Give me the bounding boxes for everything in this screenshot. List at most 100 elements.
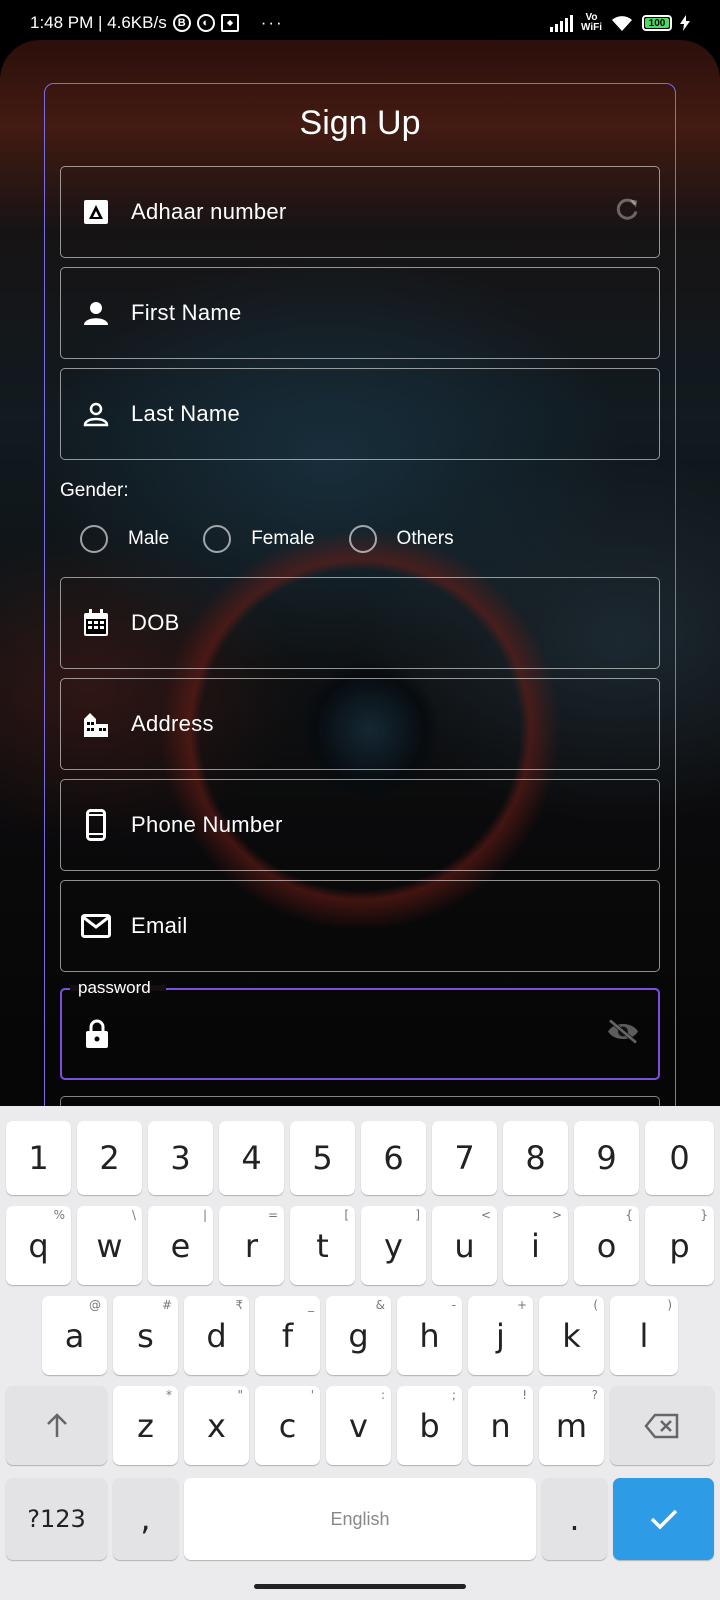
key-5[interactable]: 5 xyxy=(290,1121,355,1195)
key-x[interactable]: x " xyxy=(184,1386,249,1465)
backspace-icon xyxy=(644,1413,679,1438)
key-t[interactable]: t[ xyxy=(290,1206,355,1285)
last-name-label: Last Name xyxy=(131,401,241,426)
first-name-field[interactable]: First Name xyxy=(60,267,660,359)
adhaar-icon xyxy=(81,197,111,227)
key-p[interactable]: p} xyxy=(645,1206,714,1285)
key-e[interactable]: e | xyxy=(148,1206,213,1285)
b-icon: B xyxy=(172,14,191,32)
person-outline-icon xyxy=(81,399,111,429)
done-key[interactable] xyxy=(613,1478,714,1560)
key-j-hint: + xyxy=(516,1298,527,1312)
key-w-hint: \ xyxy=(131,1208,136,1222)
key-j[interactable]: j + xyxy=(468,1296,533,1375)
charging-icon xyxy=(680,15,690,31)
key-6[interactable]: 6 xyxy=(361,1121,426,1195)
space-key[interactable]: English xyxy=(184,1478,536,1560)
shift-arrow-icon xyxy=(46,1412,67,1437)
key-9[interactable]: 9 xyxy=(574,1121,639,1195)
key-a-hint: @ xyxy=(89,1298,101,1312)
phone-icon xyxy=(81,809,111,841)
mail-icon xyxy=(81,911,111,941)
key-r-label: r xyxy=(244,1226,259,1265)
key-y[interactable]: y] xyxy=(361,1206,426,1285)
app-notification-icon xyxy=(220,14,239,32)
key-d-label: d xyxy=(206,1316,227,1355)
radio-male[interactable] xyxy=(80,525,108,553)
period-key[interactable]: . xyxy=(542,1478,607,1560)
key-8[interactable]: 8 xyxy=(503,1121,568,1195)
shift-key[interactable] xyxy=(6,1386,107,1465)
more-notifications-icon: ··· xyxy=(260,13,284,32)
wifi-icon xyxy=(612,16,632,31)
key-w[interactable]: w \ xyxy=(77,1206,142,1285)
key-v[interactable]: v: xyxy=(326,1386,391,1465)
key-t-hint: [ xyxy=(344,1208,349,1222)
key-u[interactable]: u < xyxy=(432,1206,497,1285)
key-g-label: g xyxy=(348,1316,369,1355)
key-m[interactable]: m? xyxy=(539,1386,604,1465)
status-time-speed: 1:48 PM | 4.6KB/s xyxy=(30,13,167,32)
key-4[interactable]: 4 xyxy=(219,1121,284,1195)
key-r[interactable]: r = xyxy=(219,1206,284,1285)
key-n[interactable]: n! xyxy=(468,1386,533,1465)
radio-others[interactable] xyxy=(348,525,377,553)
battery-percent: 100 xyxy=(648,17,666,29)
key-z[interactable]: z * xyxy=(113,1386,178,1465)
key-c[interactable]: c ' xyxy=(255,1386,320,1465)
key-o-hint: { xyxy=(625,1208,633,1222)
key-n-hint: ! xyxy=(522,1388,527,1402)
first-name-label: First Name xyxy=(131,300,242,325)
gesture-nav-bar[interactable] xyxy=(254,1584,466,1589)
key-b[interactable]: b; xyxy=(397,1386,462,1465)
visibility-off-icon[interactable] xyxy=(606,1018,640,1050)
password-field[interactable] xyxy=(60,988,660,1080)
key-3[interactable]: 3 xyxy=(148,1121,213,1195)
key-y-hint: ] xyxy=(415,1208,420,1222)
key-x-hint: " xyxy=(237,1388,243,1402)
dob-field[interactable]: DOB xyxy=(60,577,660,669)
key-2[interactable]: 2 xyxy=(77,1121,142,1195)
key-y-label: y xyxy=(384,1226,403,1265)
key-o[interactable]: o{ xyxy=(574,1206,639,1285)
phone-field[interactable]: Phone Number xyxy=(60,779,660,871)
key-b-hint: ; xyxy=(451,1388,456,1402)
key-1[interactable]: 1 xyxy=(6,1121,71,1195)
key-0[interactable]: 0 xyxy=(645,1121,714,1195)
key-n-label: n xyxy=(490,1406,511,1445)
phone-label: Phone Number xyxy=(131,812,283,837)
address-field[interactable]: Address xyxy=(60,678,660,770)
building-icon xyxy=(81,709,111,739)
key-z-hint: * xyxy=(166,1388,172,1402)
adhaar-field[interactable]: Adhaar number xyxy=(60,166,660,258)
checkmark-icon xyxy=(650,1509,677,1530)
key-g[interactable]: g & xyxy=(326,1296,391,1375)
key-q[interactable]: q% xyxy=(6,1206,71,1285)
key-l-label: l xyxy=(639,1316,649,1355)
radio-female[interactable] xyxy=(203,525,232,553)
key-s[interactable]: s # xyxy=(113,1296,178,1375)
dob-label: DOB xyxy=(131,610,180,635)
key-f-label: f xyxy=(281,1316,294,1355)
key-d[interactable]: d ₹ xyxy=(184,1296,249,1375)
refresh-icon[interactable] xyxy=(613,196,641,229)
key-c-hint: ' xyxy=(310,1388,314,1402)
key-q-hint: % xyxy=(53,1208,65,1222)
key-v-label: v xyxy=(349,1406,368,1445)
key-l[interactable]: l) xyxy=(610,1296,678,1375)
last-name-field[interactable]: Last Name xyxy=(60,368,660,460)
key-f[interactable]: f _ xyxy=(255,1296,320,1375)
key-i[interactable]: i > xyxy=(503,1206,568,1285)
symbols-key[interactable]: ?123 xyxy=(6,1478,107,1560)
half-circle-icon: ◐ xyxy=(196,14,215,32)
key-a[interactable]: a @ xyxy=(42,1296,107,1375)
key-h[interactable]: h- xyxy=(397,1296,462,1375)
key-7[interactable]: 7 xyxy=(432,1121,497,1195)
key-k[interactable]: k( xyxy=(539,1296,604,1375)
key-e-hint: | xyxy=(202,1208,207,1222)
key-r-hint: = xyxy=(267,1208,278,1222)
comma-key[interactable]: , xyxy=(113,1478,178,1560)
signal-icon xyxy=(549,14,573,32)
backspace-key[interactable] xyxy=(610,1386,714,1465)
email-field[interactable]: Email xyxy=(60,880,660,972)
